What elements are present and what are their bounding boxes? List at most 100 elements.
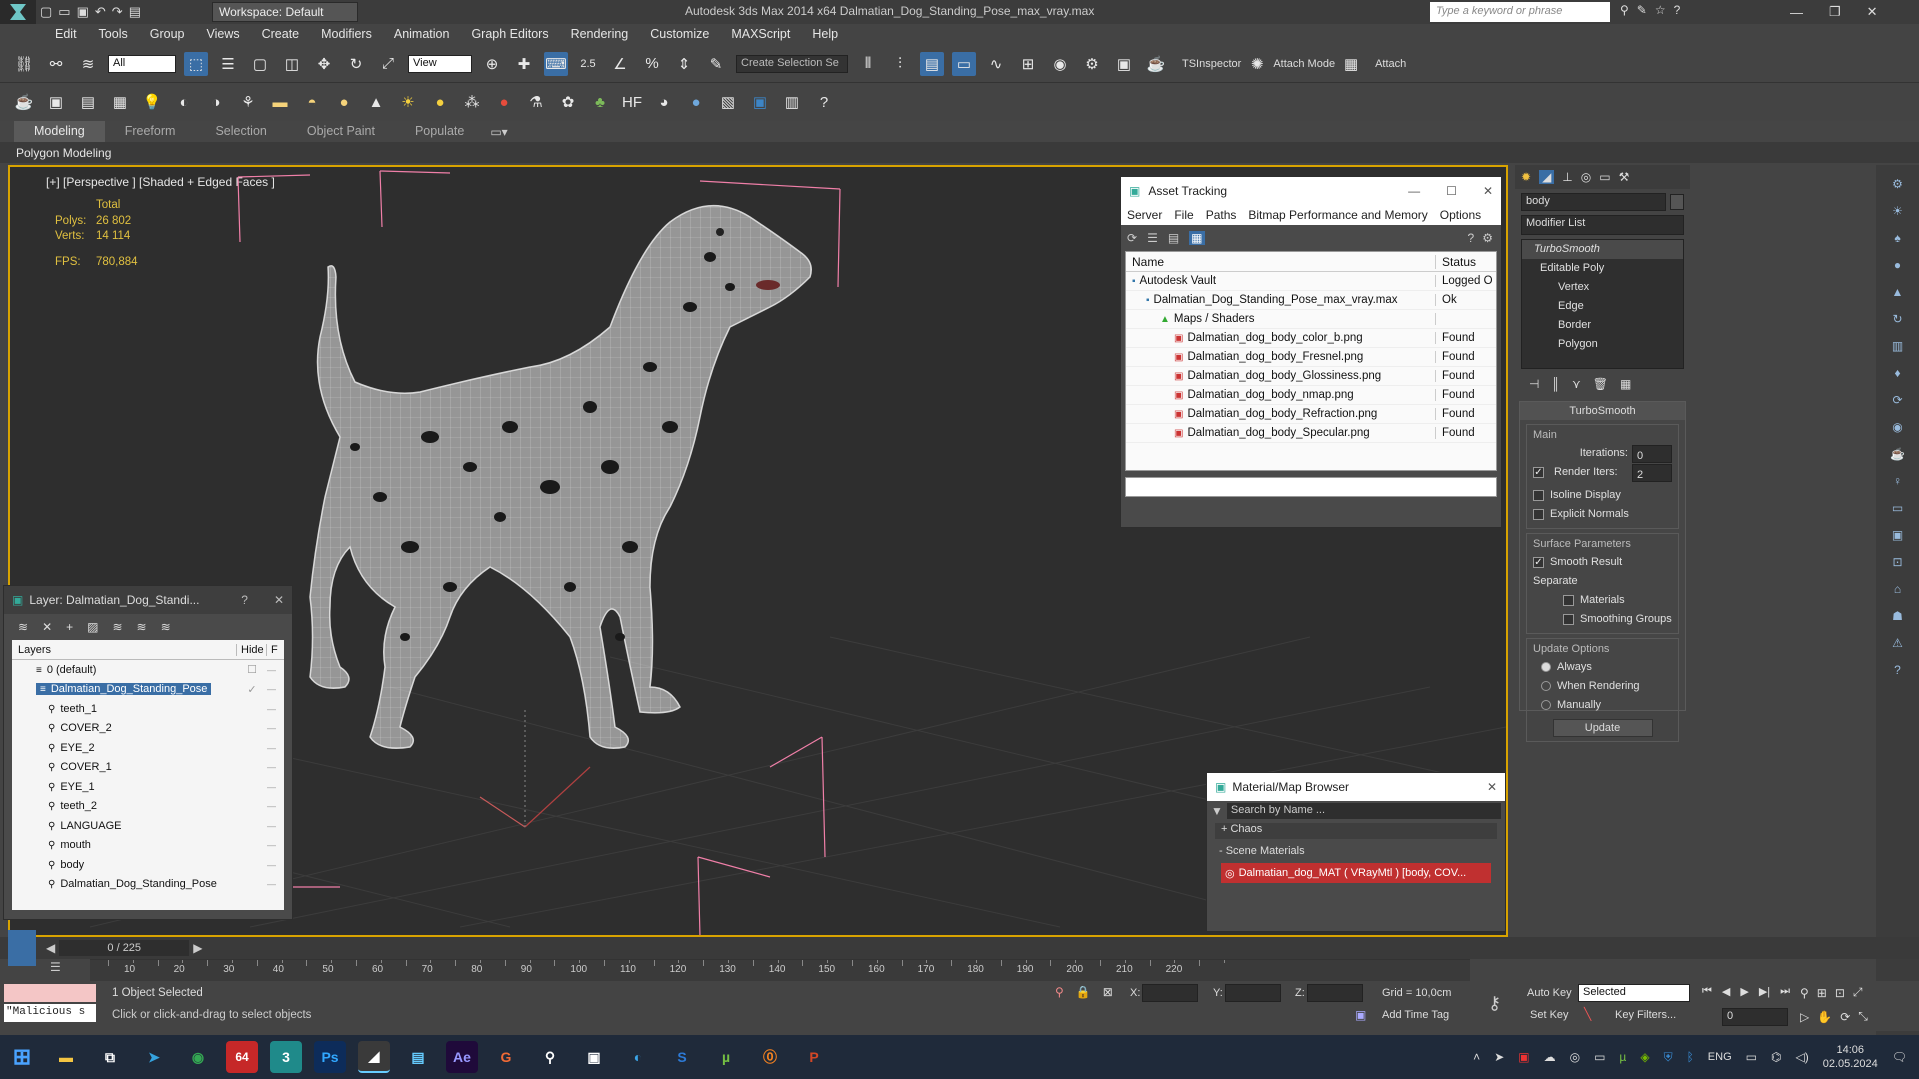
move-icon[interactable]: ✥ xyxy=(312,52,336,76)
asset-path-field[interactable] xyxy=(1125,477,1497,497)
new-file-icon[interactable]: ▢ xyxy=(40,4,52,20)
ribbon-toggle-icon[interactable]: ▭ xyxy=(952,51,976,76)
list-icon[interactable]: ☰ xyxy=(1147,231,1158,245)
layer-row[interactable]: ⚲ COVER_1 — xyxy=(12,758,284,778)
go-end-icon[interactable]: ⏭ xyxy=(1780,985,1790,998)
tray-red-icon[interactable]: ▣ xyxy=(1518,1050,1529,1064)
settings-icon[interactable]: ⚙ xyxy=(1482,231,1493,245)
attach-mode-icon[interactable]: ✺ xyxy=(1245,52,1269,76)
when-rendering-radio[interactable] xyxy=(1541,681,1551,692)
prev-frame-icon[interactable]: ◀ xyxy=(46,941,55,955)
scene-explorer-icon[interactable]: ▤ xyxy=(76,90,100,114)
star-icon[interactable]: ☆ xyxy=(1655,3,1666,17)
tray-headset-icon[interactable]: ◎ xyxy=(1570,1050,1580,1064)
key-filters-button[interactable]: Key Filters... xyxy=(1615,1009,1676,1021)
asset-row[interactable]: ▣ Dalmatian_dog_body_Glossiness.png Found xyxy=(1126,367,1496,386)
make-unique-icon[interactable]: ⋎ xyxy=(1572,377,1581,391)
menu-views[interactable]: Views xyxy=(195,24,250,45)
asset-row[interactable]: ▪ Dalmatian_Dog_Standing_Pose_max_vray.ma… xyxy=(1126,291,1496,310)
configure-sets-icon[interactable]: ▦ xyxy=(1620,377,1631,391)
after-effects-icon[interactable]: Ae xyxy=(446,1041,478,1073)
3dsmax-icon[interactable]: 3 xyxy=(270,1041,302,1073)
set-key-button[interactable]: Set Key xyxy=(1530,1009,1569,1021)
layer-row[interactable]: ⚲ teeth_1 — xyxy=(12,699,284,719)
freeze-toggle[interactable]: — xyxy=(267,821,276,831)
object-color-swatch[interactable] xyxy=(1670,194,1684,210)
table-view-icon[interactable]: ▦ xyxy=(1189,231,1205,245)
close-icon[interactable]: ✕ xyxy=(274,593,284,607)
target-icon[interactable]: ⊡ xyxy=(1892,555,1902,569)
floppy-icon[interactable]: ▣ xyxy=(578,1041,610,1073)
asset-row[interactable]: ▲ Maps / Shaders xyxy=(1126,310,1496,329)
tsinspector-label[interactable]: TSInspector xyxy=(1182,58,1241,70)
maxscript-listener-top[interactable] xyxy=(4,984,96,1002)
binoculars-icon[interactable]: ⚲ xyxy=(1620,3,1629,17)
lock-icon[interactable]: 🔒 xyxy=(1076,985,1091,999)
freeze-toggle[interactable]: — xyxy=(267,762,276,772)
modifier-list-dropdown[interactable]: Modifier List xyxy=(1521,215,1684,235)
photoshop-icon[interactable]: Ps xyxy=(314,1041,346,1073)
undo-icon[interactable]: ↶ xyxy=(95,4,106,20)
tab-object-paint[interactable]: Object Paint xyxy=(287,121,395,142)
vray-light-icon[interactable]: ☀ xyxy=(1892,204,1903,218)
telegram-icon[interactable]: ➤ xyxy=(138,1041,170,1073)
cone-tool-icon[interactable]: ▲ xyxy=(1892,285,1904,299)
always-radio[interactable] xyxy=(1541,662,1551,673)
angle-snap-icon[interactable]: ∠ xyxy=(608,52,632,76)
sync-icon[interactable]: ⟳ xyxy=(1892,393,1902,407)
render-elements-icon[interactable]: ▥ xyxy=(780,90,804,114)
pin-stack-icon[interactable]: ⊣ xyxy=(1529,377,1539,391)
layer-row[interactable]: ⚲ mouth — xyxy=(12,836,284,856)
teapot-icon[interactable]: ☕ xyxy=(12,90,36,114)
curve-editor-icon[interactable]: ∿ xyxy=(984,52,1008,76)
freeze-toggle[interactable]: — xyxy=(267,723,276,733)
ies-light-icon[interactable]: ● xyxy=(428,90,452,114)
vray-tool-icon[interactable]: ⚙ xyxy=(1892,177,1903,191)
refresh-icon[interactable]: ⟳ xyxy=(1127,231,1137,245)
minimize-icon[interactable]: — xyxy=(1790,5,1803,20)
maximize-icon[interactable]: ☐ xyxy=(1446,184,1457,198)
layer-row[interactable]: ⚲ LANGUAGE — xyxy=(12,816,284,836)
layer-row[interactable]: ⚲ EYE_2 — xyxy=(12,738,284,758)
material-editor-icon[interactable]: ◉ xyxy=(1048,52,1072,76)
s-app-icon[interactable]: S xyxy=(666,1041,698,1073)
freeze-toggle[interactable]: — xyxy=(267,704,276,714)
tray-monitor-icon[interactable]: ▭ xyxy=(1594,1050,1605,1064)
asset-row[interactable]: ▣ Dalmatian_dog_body_nmap.png Found xyxy=(1126,386,1496,405)
project-folder-icon[interactable]: ▤ xyxy=(129,4,141,20)
current-layer-check-icon[interactable]: ✓ xyxy=(237,683,267,696)
highlight-icon[interactable]: ≋ xyxy=(112,620,122,634)
bulb-icon[interactable]: ♦ xyxy=(1894,366,1900,380)
next-frame-icon[interactable]: ▶ xyxy=(193,941,202,955)
zoom-extents-icon[interactable]: ⊡ xyxy=(1835,986,1845,1000)
edge-icon[interactable]: ◐ xyxy=(622,1041,654,1073)
maxscript-listener[interactable]: "Malicious s xyxy=(4,1004,96,1022)
freeze-all-icon[interactable]: ≋ xyxy=(161,620,171,634)
sphere-lister-icon[interactable]: ◑ xyxy=(204,90,228,114)
asset-tracking-titlebar[interactable]: ▣ Asset Tracking — ☐ ✕ xyxy=(1121,177,1501,205)
z-coord-field[interactable] xyxy=(1307,984,1363,1002)
utilities-tab-icon[interactable]: ⚒ xyxy=(1619,170,1630,184)
plane-icon[interactable]: ▬ xyxy=(268,90,292,114)
asset-row[interactable]: ▣ Dalmatian_dog_body_Refraction.png Found xyxy=(1126,405,1496,424)
app-64-icon[interactable]: 64 xyxy=(226,1041,258,1073)
checker-icon[interactable]: ▦ xyxy=(1339,52,1363,76)
help-icon[interactable]: ? xyxy=(1468,231,1475,245)
menu-bitmap-performance[interactable]: Bitmap Performance and Memory xyxy=(1248,208,1427,222)
time-tag-icon[interactable]: ▣ xyxy=(1355,1008,1366,1022)
container-icon[interactable]: ▦ xyxy=(108,90,132,114)
menu-server[interactable]: Server xyxy=(1127,208,1162,222)
attach-mode-label[interactable]: Attach Mode xyxy=(1273,58,1335,70)
freeze-toggle[interactable]: — xyxy=(267,801,276,811)
book-icon[interactable]: ▥ xyxy=(1892,339,1903,353)
dome-light-icon[interactable]: ◓ xyxy=(300,90,324,114)
tab-modeling[interactable]: Modeling xyxy=(14,121,105,142)
absolute-mode-icon[interactable]: ⊠ xyxy=(1103,985,1113,999)
help-icon[interactable]: ? xyxy=(241,593,248,607)
help-circle-icon[interactable]: ? xyxy=(1894,663,1901,677)
tab-freeform[interactable]: Freeform xyxy=(105,121,196,142)
chaos-group[interactable]: + Chaos xyxy=(1215,823,1497,839)
layer-row[interactable]: ⚲ COVER_2 — xyxy=(12,719,284,739)
search-people-icon[interactable]: ⚲ xyxy=(534,1041,566,1073)
select-by-name-icon[interactable]: ☰ xyxy=(216,52,240,76)
